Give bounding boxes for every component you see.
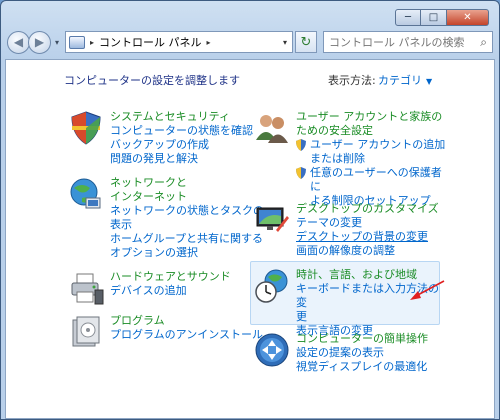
link-find-fix-problems[interactable]: 問題の発見と解決: [110, 152, 280, 166]
page-title: コンピューターの設定を調整します: [64, 74, 240, 87]
category-title[interactable]: コンピューターの簡単操作: [296, 332, 446, 346]
view-by-value[interactable]: カテゴリ: [378, 74, 422, 87]
desktop-personalize-icon[interactable]: [254, 202, 290, 238]
link-adjust-resolution[interactable]: 画面の解像度の調整: [296, 244, 446, 258]
maximize-button[interactable]: □: [421, 9, 447, 26]
annotation-arrow-icon: [410, 280, 445, 300]
view-by-dropdown[interactable]: カテゴリ ▼: [378, 72, 432, 88]
control-panel-window: ─ □ ✕ ◀ ▶ ▾ ▸ コントロール パネル ▸ ▾ ↻ ⌕ コンピューター…: [0, 0, 500, 420]
link-add-remove-user[interactable]: ユーザー アカウントの追加 または削除: [296, 138, 446, 166]
ease-of-access-icon[interactable]: [254, 332, 290, 368]
search-input[interactable]: [329, 35, 479, 49]
programs-icon[interactable]: [68, 314, 104, 350]
users-icon[interactable]: [254, 110, 290, 146]
back-arrow-icon: ◀: [13, 35, 24, 49]
address-dropdown-icon[interactable]: ▾: [278, 38, 292, 47]
uac-shield-icon: [296, 167, 306, 179]
security-shield-icon[interactable]: [68, 110, 104, 146]
recent-pages-dropdown[interactable]: ▾: [51, 38, 63, 47]
link-label[interactable]: 任意のユーザーへの保護者に よる制限のセットアップ: [310, 166, 442, 207]
network-globe-icon[interactable]: [68, 176, 104, 212]
refresh-button[interactable]: ↻: [295, 31, 317, 53]
link-suggested-settings[interactable]: 設定の提案の表示: [296, 346, 446, 360]
link-label[interactable]: ユーザー アカウントの追加 または削除: [310, 138, 445, 165]
category-title[interactable]: ユーザー アカウントと家族の ための安全設定: [296, 110, 446, 138]
search-icon[interactable]: ⌕: [480, 35, 487, 50]
uac-shield-icon: [296, 139, 306, 151]
back-button[interactable]: ◀: [7, 30, 30, 54]
close-button[interactable]: ✕: [447, 9, 489, 26]
category-title[interactable]: ネットワークと インターネット: [110, 176, 280, 204]
link-optimize-visual-display[interactable]: 視覚ディスプレイの最適化: [296, 360, 446, 374]
search-box[interactable]: ⌕: [323, 31, 493, 53]
forward-button[interactable]: ▶: [28, 30, 51, 54]
chevron-down-icon: ▼: [426, 77, 433, 86]
link-change-desktop-background[interactable]: デスクトップの背景の変更: [296, 230, 446, 244]
breadcrumb-separator-icon[interactable]: ▸: [207, 38, 211, 47]
minimize-button[interactable]: ─: [395, 9, 421, 26]
clock-globe-icon[interactable]: [254, 268, 290, 304]
link-change-theme[interactable]: テーマの変更: [296, 216, 446, 230]
category-title[interactable]: デスクトップのカスタマイズ: [296, 202, 446, 216]
content-pane: コンピューターの設定を調整します 表示方法: カテゴリ ▼ システムとセキュリティ…: [5, 59, 495, 419]
control-panel-icon: [69, 35, 85, 49]
forward-arrow-icon: ▶: [34, 35, 45, 49]
navigation-bar: ◀ ▶ ▾ ▸ コントロール パネル ▸ ▾ ↻ ⌕: [7, 29, 493, 55]
printer-icon[interactable]: [68, 270, 104, 306]
view-by-label: 表示方法:: [328, 74, 376, 87]
breadcrumb-control-panel[interactable]: コントロール パネル: [99, 34, 202, 50]
category-title[interactable]: プログラム: [110, 314, 280, 328]
refresh-icon: ↻: [300, 34, 312, 50]
caption-buttons: ─ □ ✕: [395, 9, 489, 26]
address-bar[interactable]: ▸ コントロール パネル ▸ ▾: [65, 31, 293, 53]
breadcrumb-separator-icon[interactable]: ▸: [90, 38, 94, 47]
